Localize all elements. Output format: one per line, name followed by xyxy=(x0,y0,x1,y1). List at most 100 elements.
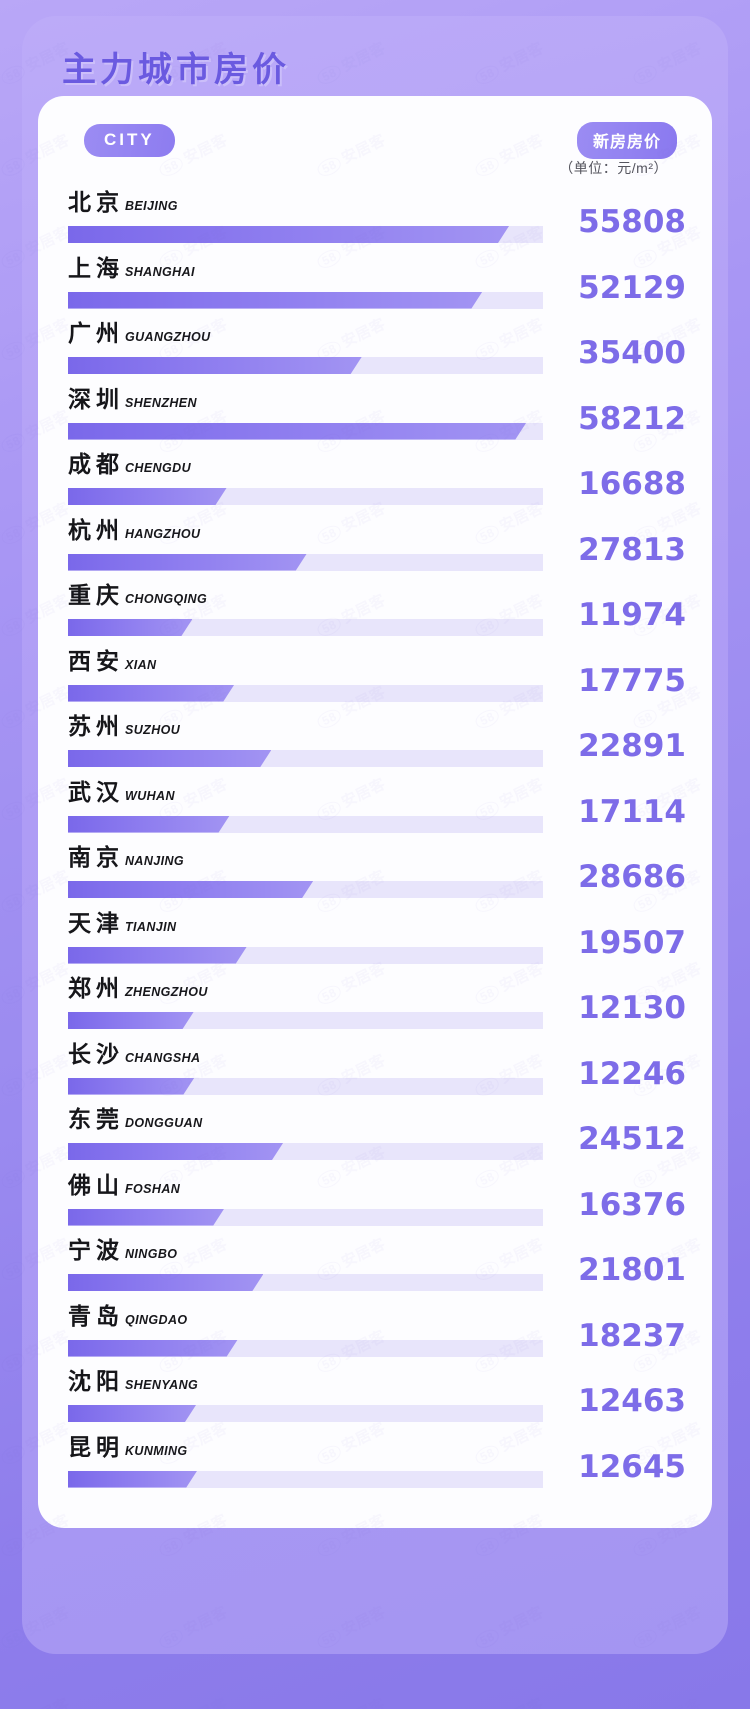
city-name-en: SHENYANG xyxy=(125,1378,199,1392)
city-name-cn: 南京 xyxy=(68,845,124,871)
price-value: 24512 xyxy=(578,1121,686,1157)
table-row: 成都CHENGDU 16688 xyxy=(38,452,712,518)
city-name-cn: 深圳 xyxy=(68,386,124,413)
bar-fill xyxy=(68,1471,197,1488)
bar-track xyxy=(68,881,543,898)
city-name-en: SHANGHAI xyxy=(125,264,195,279)
city-column-header-pill: CITY xyxy=(84,124,175,157)
city-name-cn: 成都 xyxy=(68,452,124,478)
bar-track xyxy=(68,815,543,833)
bar-track xyxy=(68,357,543,374)
table-row: 广州GUANGZHOU 35400 xyxy=(38,321,712,387)
bar-fill xyxy=(68,1340,238,1357)
city-label: 杭州HANGZHOU xyxy=(68,517,200,544)
city-name-en: ZHENGZHOU xyxy=(125,985,208,999)
city-label: 南京NANJING xyxy=(68,847,184,870)
city-name-cn: 杭州 xyxy=(68,517,124,544)
bar-track xyxy=(68,1012,543,1029)
price-value: 17775 xyxy=(578,662,686,699)
city-name-cn: 北京 xyxy=(68,190,124,216)
table-row: 上海SHANGHAI 52129 xyxy=(38,256,712,322)
bar-fill xyxy=(68,488,227,505)
city-name-en: CHONGQING xyxy=(125,592,208,606)
price-value: 27813 xyxy=(578,531,686,568)
bar-fill xyxy=(68,750,271,767)
city-name-en: CHENGDU xyxy=(125,461,191,475)
price-value: 17114 xyxy=(578,793,686,830)
bar-track xyxy=(68,226,543,243)
table-row: 长沙CHANGSHA 12246 xyxy=(38,1042,712,1108)
city-label: 东莞DONGGUAN xyxy=(68,1109,203,1132)
price-value: 12246 xyxy=(578,1055,686,1092)
price-value: 28686 xyxy=(578,859,686,895)
city-name-en: DONGGUAN xyxy=(125,1116,203,1130)
bar-fill xyxy=(68,881,313,898)
price-value: 18237 xyxy=(578,1317,686,1354)
city-name-en: SHENZHEN xyxy=(125,395,197,410)
city-name-cn: 西安 xyxy=(68,648,124,675)
table-row: 南京NANJING 28686 xyxy=(38,845,712,911)
bar-track xyxy=(68,1143,543,1160)
bar-track xyxy=(68,1405,543,1422)
price-column-header-pill: 新房房价 xyxy=(576,122,677,159)
table-row: 深圳SHENZHEN 58212 xyxy=(38,387,712,453)
city-label: 广州GUANGZHOU xyxy=(68,323,211,346)
bar-track xyxy=(68,291,543,309)
city-label: 北京BEIJING xyxy=(68,192,178,215)
table-row: 佛山FOSHAN 16376 xyxy=(38,1173,712,1239)
bar-track xyxy=(68,1339,543,1357)
city-label: 重庆CHONGQING xyxy=(68,585,207,608)
city-label: 郑州ZHENGZHOU xyxy=(68,978,208,1001)
bar-fill xyxy=(68,1274,263,1291)
bar-fill xyxy=(68,357,362,374)
bar-track xyxy=(68,1470,543,1488)
bar-track xyxy=(68,684,543,702)
city-label: 青岛QINGDAO xyxy=(68,1303,188,1330)
bar-track xyxy=(68,1077,543,1095)
city-name-en: QINGDAO xyxy=(125,1312,188,1327)
price-value: 16688 xyxy=(578,466,686,502)
price-value: 55808 xyxy=(578,204,686,240)
table-row: 郑州ZHENGZHOU 12130 xyxy=(38,976,712,1042)
city-name-en: BEIJING xyxy=(125,199,178,213)
bar-fill xyxy=(68,619,192,636)
bar-fill xyxy=(68,1078,194,1095)
data-card: CITY 新房房价 （单位：元/m²） 北京BEIJING 55808 上海SHAN… xyxy=(38,96,712,1528)
city-name-en: XIAN xyxy=(125,657,157,672)
city-name-cn: 青岛 xyxy=(68,1303,124,1330)
bar-track xyxy=(68,422,543,440)
city-name-en: FOSHAN xyxy=(125,1181,181,1196)
table-row: 东莞DONGGUAN 24512 xyxy=(38,1107,712,1173)
card-header: CITY 新房房价 （单位：元/m²） xyxy=(38,96,712,188)
city-name-cn: 苏州 xyxy=(68,714,124,740)
table-row: 西安XIAN 17775 xyxy=(38,649,712,715)
bar-track xyxy=(68,553,543,571)
page-title: 主力城市房价 xyxy=(62,50,290,90)
city-name-cn: 重庆 xyxy=(68,583,124,609)
city-label: 宁波NINGBO xyxy=(68,1240,177,1263)
table-row: 宁波NINGBO 21801 xyxy=(38,1238,712,1304)
city-label: 苏州SUZHOU xyxy=(68,716,180,739)
price-value: 22891 xyxy=(578,728,686,764)
bar-track xyxy=(68,1208,543,1226)
price-value: 58212 xyxy=(578,400,686,437)
table-row: 昆明KUNMING 12645 xyxy=(38,1435,712,1501)
price-value: 12130 xyxy=(578,990,686,1026)
bar-track xyxy=(68,619,543,636)
city-name-en: SUZHOU xyxy=(125,723,181,737)
city-label: 长沙CHANGSHA xyxy=(68,1043,200,1067)
city-label: 武汉WUHAN xyxy=(68,781,175,805)
table-row: 沈阳SHENYANG 12463 xyxy=(38,1369,712,1435)
bar-fill xyxy=(68,1405,196,1422)
bar-fill xyxy=(68,292,482,309)
bar-fill xyxy=(68,226,509,243)
city-name-cn: 昆明 xyxy=(68,1434,124,1461)
table-row: 武汉WUHAN 17114 xyxy=(38,780,712,846)
city-name-en: TIANJIN xyxy=(125,919,177,934)
table-row: 苏州SUZHOU 22891 xyxy=(38,714,712,780)
city-name-en: KUNMING xyxy=(125,1443,188,1458)
bar-track xyxy=(68,750,543,767)
table-row: 天津TIANJIN 19507 xyxy=(38,911,712,977)
city-name-cn: 上海 xyxy=(68,255,124,282)
bar-fill xyxy=(68,1209,224,1226)
